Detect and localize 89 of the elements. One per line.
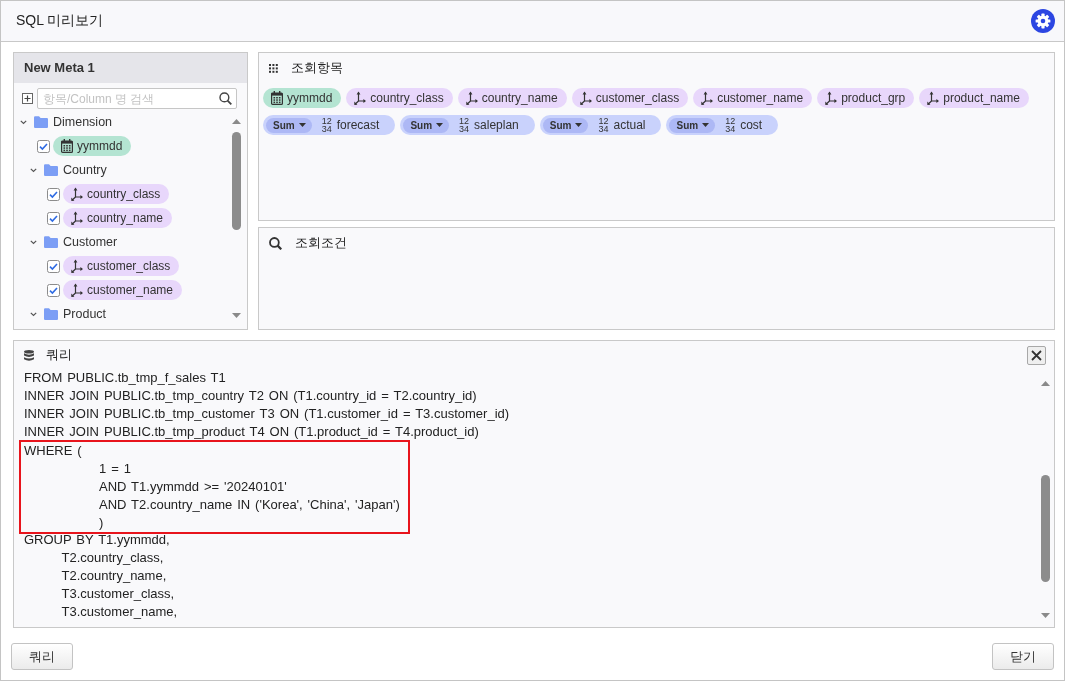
aggregate-dropdown[interactable]: Sum	[669, 117, 716, 133]
scrollbar-thumb[interactable]	[1040, 475, 1050, 582]
aggregate-dropdown[interactable]: Sum	[266, 117, 312, 133]
folder-icon	[44, 308, 58, 320]
field-chip[interactable]: customer_name	[63, 280, 183, 300]
caret-icon[interactable]	[20, 119, 27, 125]
folder-icon	[44, 236, 58, 248]
folder-icon	[34, 116, 48, 128]
caret-icon	[298, 123, 306, 127]
close-button[interactable]	[1027, 345, 1046, 365]
code-line: AND T2.country_name IN ('Korea', 'China', 'Japan')	[98, 496, 400, 514]
search-icon	[219, 92, 232, 105]
field-chip[interactable]: country_class	[63, 184, 170, 204]
checkbox[interactable]	[47, 283, 60, 297]
code-line: FROM PUBLIC.tb_tmp_f_sales T1	[24, 369, 227, 387]
code-line: T3.customer_name,	[60, 603, 179, 621]
folder-icon	[44, 164, 58, 176]
panel-title: 쿼리	[46, 346, 72, 364]
caret-icon[interactable]	[30, 311, 37, 317]
aggregate-dropdown[interactable]: Sum	[542, 117, 589, 133]
window-title: SQL 미리보기	[16, 12, 104, 30]
field-chip[interactable]: product_grp	[817, 88, 915, 108]
number-type-icon: 12 34	[725, 117, 736, 133]
calendar-icon	[61, 139, 73, 153]
scroll-down-icon[interactable]	[1040, 613, 1050, 618]
field-chip[interactable]: customer_class	[571, 88, 689, 108]
axes-icon	[927, 91, 940, 105]
search-icon	[269, 236, 282, 250]
scrollbar-thumb[interactable]	[231, 132, 241, 230]
axes-icon	[465, 91, 478, 105]
axes-icon	[71, 259, 83, 273]
tree-folder-label[interactable]: Product	[63, 307, 107, 321]
caret-icon[interactable]	[30, 239, 37, 245]
close-icon	[1031, 349, 1042, 361]
field-chip[interactable]: customer_name	[693, 88, 813, 108]
axes-icon	[71, 283, 83, 297]
checkbox[interactable]	[47, 211, 60, 225]
checkbox[interactable]	[37, 139, 50, 153]
axes-icon	[71, 211, 83, 225]
plus-square-icon[interactable]	[22, 93, 33, 104]
field-chip[interactable]: country_name	[63, 208, 173, 228]
axes-icon	[579, 91, 592, 105]
code-line: 1 = 1	[98, 460, 132, 478]
field-chip[interactable]: yymmdd	[53, 136, 132, 156]
close-button[interactable]: 닫기	[992, 643, 1054, 670]
database-icon	[24, 349, 34, 361]
code-line: AND T1.yymmdd >= '20240101'	[98, 478, 288, 496]
field-chip[interactable]: country_name	[457, 88, 567, 108]
number-type-icon: 12 34	[598, 117, 609, 133]
scroll-up-icon[interactable]	[1040, 381, 1050, 386]
checkbox[interactable]	[47, 187, 60, 201]
code-line: GROUP BY T1.yymmdd,	[24, 531, 171, 549]
caret-icon	[436, 123, 444, 127]
caret-icon[interactable]	[30, 167, 37, 173]
scroll-down-icon[interactable]	[231, 313, 241, 318]
caret-icon	[575, 123, 583, 127]
axes-icon	[71, 187, 83, 201]
tree-folder-label[interactable]: Dimension	[53, 115, 113, 129]
dots-grid-icon	[269, 63, 278, 73]
code-line: )	[98, 514, 105, 532]
tree-folder-label[interactable]: Customer	[63, 235, 118, 249]
calendar-icon	[271, 91, 283, 105]
number-type-icon: 12 34	[321, 117, 332, 133]
aggregate-dropdown[interactable]: Sum	[403, 117, 450, 133]
code-line: INNER JOIN PUBLIC.tb_tmp_country T2 ON (T1.country_id = T2.country_id)	[24, 387, 478, 405]
code-line: T3.customer_class,	[60, 585, 176, 603]
tree-folder-label[interactable]: Country	[63, 163, 107, 177]
panel-title: 조회항목	[291, 59, 343, 77]
field-chip[interactable]: country_class	[346, 88, 453, 108]
panel-header: New Meta 1	[14, 53, 247, 83]
field-chip[interactable]: yymmdd	[263, 88, 342, 108]
code-line: T2.country_name,	[60, 567, 168, 585]
number-type-icon: 12 34	[459, 117, 470, 133]
settings-icon[interactable]	[1031, 9, 1055, 33]
panel-title: 조회조건	[295, 234, 347, 252]
field-chip[interactable]: customer_class	[63, 256, 180, 276]
search-field[interactable]: 항목/Column 명 검색	[37, 88, 237, 109]
code-line: INNER JOIN PUBLIC.tb_tmp_product T4 ON (T1.product_id = T4.product_id)	[24, 423, 480, 441]
query-button[interactable]: 쿼리	[11, 643, 73, 670]
code-line: T2.country_class,	[60, 549, 165, 567]
code-line: WHERE (	[24, 442, 83, 460]
axes-icon	[354, 91, 367, 105]
axes-icon	[825, 91, 838, 105]
axes-icon	[701, 91, 714, 105]
scroll-up-icon[interactable]	[231, 119, 241, 124]
code-line: INNER JOIN PUBLIC.tb_tmp_customer T3 ON (T1.customer_id = T3.customer_id)	[24, 405, 511, 423]
checkbox[interactable]	[47, 259, 60, 273]
caret-icon	[702, 123, 710, 127]
field-chip[interactable]: product_name	[919, 88, 1029, 108]
